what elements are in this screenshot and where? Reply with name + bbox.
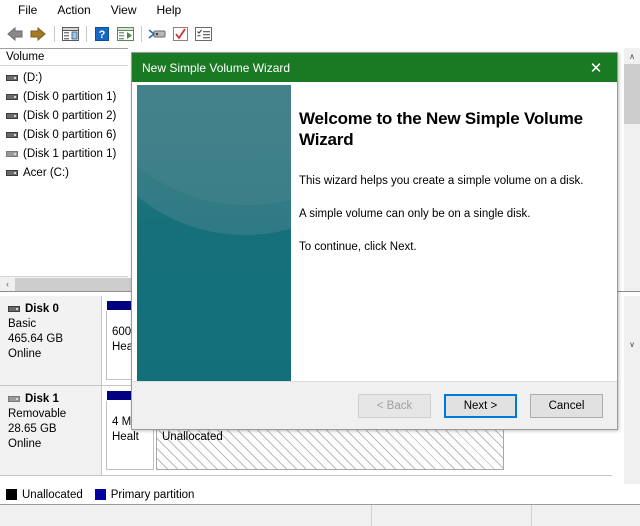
- volume-label: (Disk 0 partition 2): [23, 110, 116, 122]
- toolbar: ?: [0, 21, 640, 46]
- dialog-title: New Simple Volume Wizard: [142, 61, 290, 75]
- dialog-body: Welcome to the New Simple Volume Wizard …: [132, 82, 617, 400]
- disk-icon: [8, 306, 20, 312]
- scroll-thumb[interactable]: [624, 64, 640, 124]
- disk-title: Disk 1: [8, 393, 101, 405]
- partition-health: Unallocated: [162, 430, 503, 445]
- list-item[interactable]: Acer (C:): [0, 163, 128, 182]
- menu-item-file[interactable]: File: [8, 0, 47, 21]
- status-cell-1: [0, 505, 372, 526]
- disk-status: Online: [8, 347, 101, 362]
- volume-label: (D:): [23, 72, 42, 84]
- cancel-button[interactable]: Cancel: [530, 394, 603, 418]
- list-item[interactable]: (D:): [0, 68, 128, 87]
- list-item[interactable]: (Disk 1 partition 1): [0, 144, 128, 163]
- legend-label-primary: Primary partition: [111, 489, 195, 501]
- disk-type: Basic: [8, 317, 101, 332]
- forward-icon[interactable]: [27, 23, 49, 44]
- drive-icon: [6, 170, 18, 176]
- disk-title: Disk 0: [8, 303, 101, 315]
- toolbar-separator: [86, 26, 87, 42]
- legend-swatch-unallocated: [6, 489, 17, 500]
- list-item[interactable]: (Disk 0 partition 6): [0, 125, 128, 144]
- action-list-icon[interactable]: [192, 23, 214, 44]
- show-hide-console-tree-icon[interactable]: [59, 23, 81, 44]
- scroll-thumb[interactable]: [15, 278, 131, 291]
- toolbar-separator: [54, 26, 55, 42]
- disk-icon: [8, 396, 20, 402]
- menu-bar: File Action View Help: [0, 0, 640, 21]
- volume-rows: (D:) (Disk 0 partition 1) (Disk 0 partit…: [0, 66, 128, 182]
- disk-management-window: File Action View Help ?: [0, 0, 640, 526]
- checkmark-icon[interactable]: [169, 23, 191, 44]
- legend-swatch-primary: [95, 489, 106, 500]
- legend: Unallocated Primary partition: [0, 484, 640, 504]
- disk-size: 28.65 GB: [8, 422, 101, 437]
- scroll-track[interactable]: [15, 277, 128, 292]
- menu-item-help[interactable]: Help: [147, 0, 192, 21]
- status-bar: [0, 504, 640, 526]
- volume-column-header-label: Volume: [6, 51, 44, 63]
- volume-label: Acer (C:): [23, 167, 69, 179]
- scroll-up-icon[interactable]: ∧: [624, 48, 640, 64]
- partition-health: Healt: [112, 430, 153, 445]
- drive-icon: [6, 132, 18, 138]
- disk-type: Removable: [8, 407, 101, 422]
- page-title: Welcome to the New Simple Volume Wizard: [299, 108, 595, 150]
- disk-name: Disk 1: [25, 393, 59, 405]
- rescan-disks-icon[interactable]: [146, 23, 168, 44]
- dialog-footer: < Back Next > Cancel: [132, 381, 617, 429]
- drive-icon: [6, 94, 18, 100]
- wizard-banner-image: [137, 85, 291, 397]
- svg-text:?: ?: [99, 29, 106, 41]
- disk-status: Online: [8, 437, 101, 452]
- disk-panel-vertical-scrollbar[interactable]: ∨: [624, 296, 640, 484]
- legend-label-unallocated: Unallocated: [22, 489, 83, 501]
- menu-item-action[interactable]: Action: [47, 0, 100, 21]
- volume-label: (Disk 1 partition 1): [23, 148, 116, 160]
- status-cell-2: [372, 505, 532, 526]
- drive-icon: [6, 113, 18, 119]
- volume-list-panel: Volume (D:) (Disk 0 partition 1) (Disk 0…: [0, 48, 128, 276]
- list-item[interactable]: (Disk 0 partition 1): [0, 87, 128, 106]
- dialog-content: Welcome to the New Simple Volume Wizard …: [299, 82, 609, 400]
- disk-size: 465.64 GB: [8, 332, 101, 347]
- scroll-left-icon[interactable]: ‹: [0, 277, 15, 292]
- drive-icon: [6, 151, 18, 157]
- dialog-paragraph-3: To continue, click Next.: [299, 240, 595, 255]
- list-item[interactable]: (Disk 0 partition 2): [0, 106, 128, 125]
- properties-icon[interactable]: [114, 23, 136, 44]
- volume-label: (Disk 0 partition 1): [23, 91, 116, 103]
- disk-info-disk1[interactable]: Disk 1 Removable 28.65 GB Online: [0, 386, 102, 475]
- scroll-down-icon[interactable]: ∨: [624, 336, 640, 352]
- back-icon[interactable]: [4, 23, 26, 44]
- next-button[interactable]: Next >: [444, 394, 517, 418]
- volume-column-header[interactable]: Volume: [0, 49, 128, 66]
- close-icon[interactable]: ✕: [575, 53, 617, 82]
- new-simple-volume-wizard-dialog: New Simple Volume Wizard ✕ Welcome to th…: [131, 52, 618, 430]
- volume-list-horizontal-scrollbar[interactable]: ‹: [0, 276, 128, 291]
- toolbar-separator: [141, 26, 142, 42]
- back-button[interactable]: < Back: [358, 394, 431, 418]
- drive-icon: [6, 75, 18, 81]
- volume-label: (Disk 0 partition 6): [23, 129, 116, 141]
- dialog-title-bar[interactable]: New Simple Volume Wizard ✕: [132, 53, 617, 82]
- dialog-paragraph-2: A simple volume can only be on a single …: [299, 207, 595, 222]
- disk-name: Disk 0: [25, 303, 59, 315]
- disk-info-disk0[interactable]: Disk 0 Basic 465.64 GB Online: [0, 296, 102, 385]
- dialog-paragraph-1: This wizard helps you create a simple vo…: [299, 174, 595, 189]
- menu-item-view[interactable]: View: [101, 0, 147, 21]
- help-icon[interactable]: ?: [91, 23, 113, 44]
- status-cell-3: [532, 505, 640, 526]
